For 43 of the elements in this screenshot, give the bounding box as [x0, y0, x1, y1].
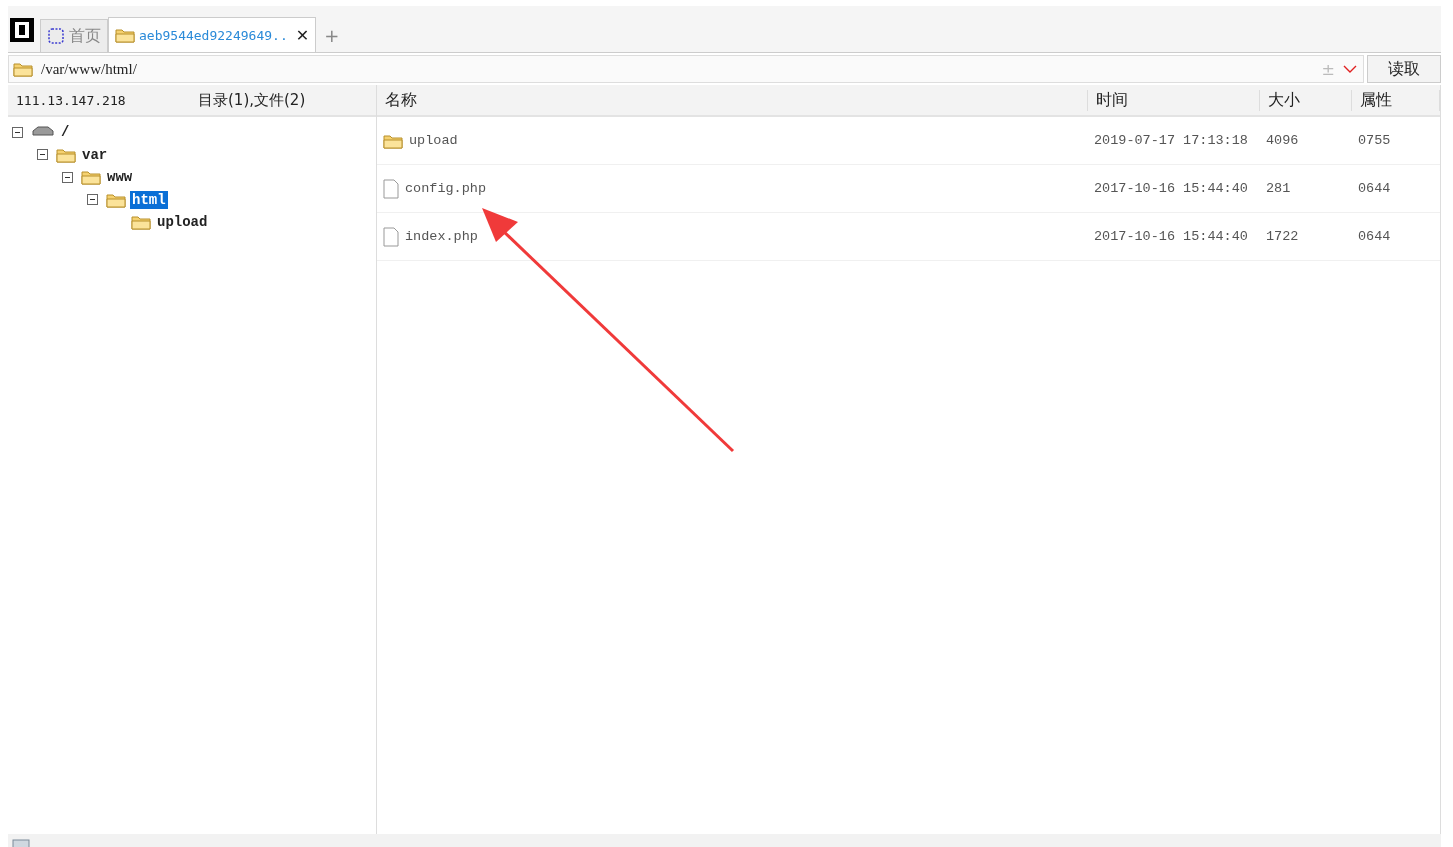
file-permissions: 0644 — [1357, 229, 1392, 244]
folder-icon — [81, 169, 101, 186]
status-icon — [12, 838, 30, 847]
read-button[interactable]: 读取 — [1367, 55, 1441, 83]
file-name[interactable]: config.php — [405, 181, 486, 196]
file-size: 1722 — [1265, 229, 1300, 244]
folder-icon — [13, 61, 33, 77]
folder-icon — [56, 146, 76, 163]
tree-item[interactable]: / — [59, 123, 72, 142]
folder-icon — [383, 132, 403, 149]
file-name[interactable]: index.php — [405, 229, 478, 244]
file-permissions: 0755 — [1357, 133, 1392, 148]
collapse-toggle[interactable] — [62, 171, 73, 183]
dropdown-icon[interactable] — [1343, 64, 1357, 74]
file-permissions: 0644 — [1357, 181, 1392, 196]
modified-time: 2019-07-17 17:13:18 — [1093, 133, 1249, 148]
host-address: 111.13.147.218 — [15, 92, 127, 108]
tree-item[interactable]: html — [130, 190, 168, 209]
collapse-toggle[interactable] — [87, 194, 98, 206]
file-size: 281 — [1265, 181, 1292, 196]
file-name[interactable]: upload — [409, 133, 458, 148]
folder-icon — [106, 191, 126, 208]
item-count: 目录(1),文件(2) — [198, 90, 306, 110]
file-icon — [383, 178, 399, 199]
tree-item[interactable]: www — [105, 168, 135, 187]
modified-time: 2017-10-16 15:44:40 — [1093, 181, 1249, 196]
tree-item[interactable]: upload — [155, 213, 210, 232]
column-header[interactable]: 属性 — [1352, 89, 1440, 111]
folder-icon — [131, 214, 151, 231]
tab[interactable]: aeb9544ed92249649.. ✕ — [108, 17, 317, 52]
column-header[interactable]: 名称 — [377, 89, 1088, 111]
home-icon — [47, 27, 65, 45]
collapse-toggle[interactable] — [37, 149, 48, 161]
file-icon — [383, 226, 399, 247]
column-header[interactable]: 大小 — [1260, 89, 1352, 111]
tree-item[interactable]: var — [80, 145, 110, 164]
collapse-toggle[interactable] — [12, 126, 23, 138]
path-field[interactable]: /var/www/html/ ± — [8, 55, 1364, 83]
folder-icon — [115, 27, 135, 43]
column-header[interactable]: 时间 — [1088, 89, 1260, 111]
modified-time: 2017-10-16 15:44:40 — [1093, 229, 1249, 244]
close-icon[interactable]: ✕ — [295, 25, 310, 45]
file-size: 4096 — [1265, 133, 1300, 148]
